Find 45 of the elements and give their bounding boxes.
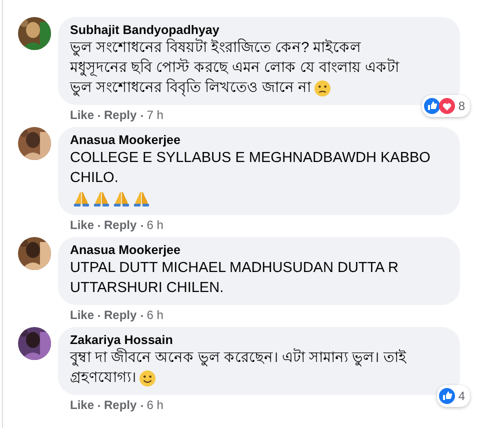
dot-separator-icon [140,404,143,406]
dot-separator-icon [140,114,143,116]
reply-link[interactable]: Reply [104,218,137,233]
author-name[interactable]: Anasua Mookerjee [70,133,448,148]
like-icon [439,388,456,404]
like-link[interactable]: Like [70,108,94,123]
reply-link[interactable]: Reply [104,308,137,323]
dot-separator-icon [140,314,143,316]
comment-text: ভুল সংশোধনের বিষয়টা ইংরাজিতে কেন? মাইকেল [70,38,362,58]
dot-separator-icon [140,224,143,226]
like-link[interactable]: Like [70,398,94,413]
reaction-count[interactable]: 4 [437,385,470,407]
like-link[interactable]: Like [70,218,94,233]
dot-separator-icon [98,404,100,406]
count-text: 4 [458,388,465,405]
dot-separator-icon [98,114,100,116]
dot-separator-icon [98,224,100,226]
timestamp: 6 h [146,218,164,233]
reply-link[interactable]: Reply [104,108,137,123]
author-name[interactable]: Anasua Mookerjee [70,243,448,258]
comment-text: CHILO. [70,169,118,188]
timestamp: 6 h [146,308,164,323]
timestamp: 6 h [146,398,164,413]
comment-text: গ্রহণযোগ্য। [70,369,136,388]
comment-text: বুম্বা দা জীবনে অনেক ভুল করেছেন। এটা সামান্য ভুল। তাই [70,348,406,368]
author-name[interactable]: Subhajit Bandyopadhyay [70,23,448,38]
like-link[interactable]: Like [70,308,94,323]
comment-text: UTPAL DUTT MICHAEL MADHUSUDAN DUTTA R [70,259,398,278]
timestamp: 7 h [146,108,164,123]
praying-hands-icon [133,190,150,206]
count-text: 8 [458,98,465,115]
reaction-count[interactable]: 8 [422,95,470,117]
author-name[interactable]: Zakariya Hossain [70,333,448,348]
smiley-icon [139,370,156,386]
praying-hands-icon [113,190,130,206]
praying-hands-icon [93,190,110,206]
neutral-face-icon [314,80,332,96]
comment-text: ভুল সংশোধনের বিবৃতি লিখতেও জানে না [70,78,312,98]
reply-link[interactable]: Reply [104,398,137,413]
praying-hands-icon [73,190,90,206]
dot-separator-icon [98,314,100,316]
comment-text: UTTARSHURI CHILEN. [70,279,224,298]
comment-text: মধুসূদনের ছবি পোস্ট করছে এমন লোক যে বাংলায় একটা [70,58,400,78]
comment-text: COLLEGE E SYLLABUS E MEGHNADBAWDH KABBO [70,149,430,168]
like-icon [424,98,440,114]
